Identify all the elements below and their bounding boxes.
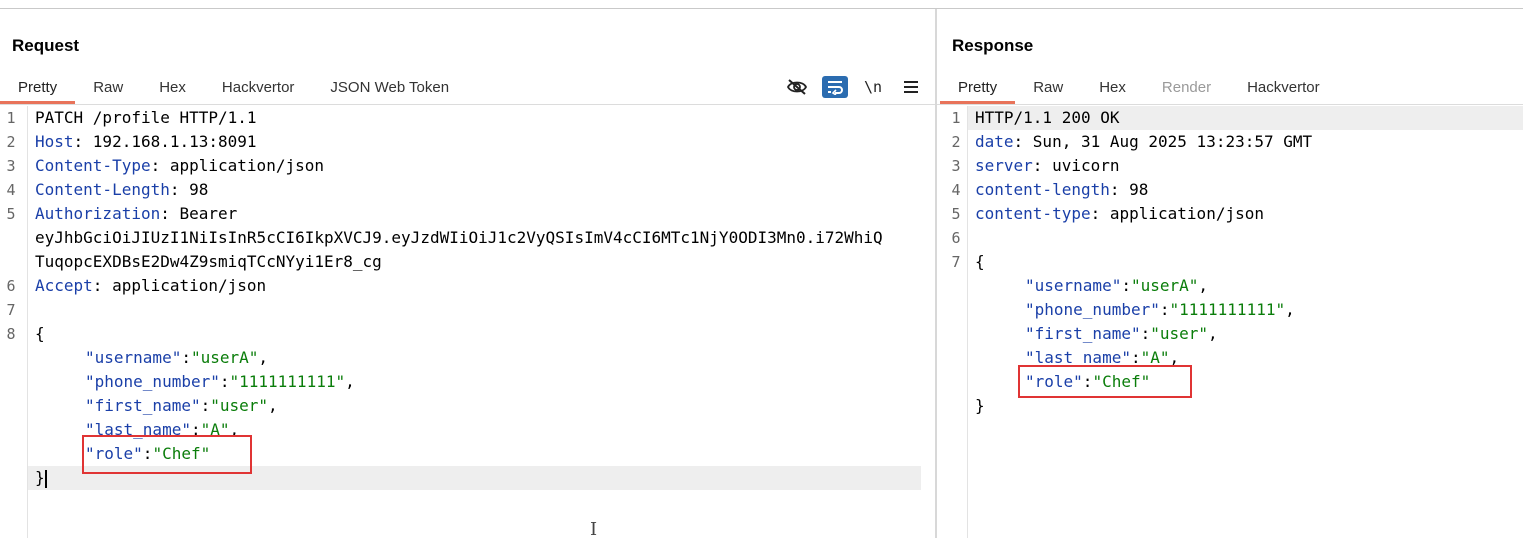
json-comma: ,	[268, 396, 278, 415]
json-comma: ,	[1285, 300, 1295, 319]
highlight-box-role	[1018, 365, 1192, 398]
json-value: "user"	[1150, 324, 1209, 343]
response-title: Response	[952, 36, 1034, 55]
json-colon: :	[1121, 276, 1131, 295]
response-editor[interactable]: 1 HTTP/1.1 200 OK 2 date: Sun, 31 Aug 2025…	[937, 106, 1523, 538]
json-close-brace: }	[975, 396, 985, 415]
line-number: 7	[951, 253, 961, 271]
response-tabs: Pretty Raw Hex Render Hackvertor	[940, 69, 1338, 104]
header-name: Content-Type	[35, 156, 151, 175]
tab-response-raw[interactable]: Raw	[1015, 69, 1081, 103]
tab-request-jwt[interactable]: JSON Web Token	[312, 69, 467, 103]
json-value: "userA"	[1130, 276, 1199, 295]
json-comma: ,	[1208, 324, 1218, 343]
json-comma: ,	[345, 372, 355, 391]
request-title: Request	[12, 36, 80, 55]
line-number: 6	[6, 277, 16, 295]
status-line: HTTP/1.1 200 OK	[968, 106, 1523, 130]
highlight-box-role	[82, 435, 252, 474]
request-editor[interactable]: 1 PATCH /profile HTTP/1.1 2 Host: 192.168.…	[0, 106, 935, 538]
json-key: "username"	[85, 348, 182, 367]
wrap-lines-icon[interactable]	[822, 76, 848, 98]
line-number: 5	[951, 205, 961, 223]
line-number: 6	[951, 229, 961, 247]
header-value: : application/json	[92, 276, 267, 295]
json-comma: ,	[1198, 276, 1209, 295]
header-name: content-type	[975, 204, 1091, 223]
json-colon: :	[200, 396, 211, 415]
json-value: "userA"	[190, 348, 259, 367]
tab-response-hackvertor[interactable]: Hackvertor	[1229, 69, 1338, 103]
request-tabs-divider	[0, 104, 935, 105]
json-colon: :	[1140, 324, 1151, 343]
header-name: Authorization	[35, 204, 161, 223]
json-open-brace: {	[975, 252, 985, 271]
line-number: 1	[951, 109, 961, 127]
header-name: server	[975, 156, 1033, 175]
json-colon: :	[1159, 300, 1170, 319]
line-number: 2	[951, 133, 961, 151]
json-key: "first_name"	[1025, 324, 1141, 343]
newline-toggle-button[interactable]: \n	[860, 76, 886, 98]
header-value: : uvicorn	[1032, 156, 1120, 175]
json-close-brace: }	[35, 468, 45, 487]
json-open-brace: {	[35, 324, 45, 343]
header-value: : 98	[169, 180, 209, 199]
request-toolbar: \n	[772, 76, 924, 98]
tab-request-hex[interactable]: Hex	[141, 69, 204, 103]
line-number: 8	[6, 325, 16, 343]
line-number: 7	[6, 301, 16, 319]
header-value: : application/json	[150, 156, 324, 175]
json-key: "username"	[1025, 276, 1122, 295]
json-comma: ,	[258, 348, 269, 367]
line-number: 3	[951, 157, 961, 175]
header-name: content-length	[975, 180, 1110, 199]
header-value: : 192.168.1.13:8091	[73, 132, 257, 151]
request-line: PATCH /profile HTTP/1.1	[35, 108, 257, 127]
line-number: 1	[6, 109, 16, 127]
line-number: 4	[6, 181, 16, 199]
json-key: "first_name"	[85, 396, 201, 415]
json-value: "user"	[210, 396, 269, 415]
header-name: date	[975, 132, 1014, 151]
request-pane: Request Pretty Raw Hex Hackvertor JSON W…	[0, 9, 935, 538]
json-colon: :	[181, 348, 191, 367]
ibeam-cursor-icon: I	[590, 519, 598, 538]
header-name: Content-Length	[35, 180, 170, 199]
tab-request-hackvertor[interactable]: Hackvertor	[204, 69, 313, 103]
tab-request-pretty[interactable]: Pretty	[0, 69, 76, 104]
line-number: 2	[6, 133, 16, 151]
response-pane: Response Pretty Raw Hex Render Hackverto…	[937, 9, 1523, 538]
header-value: : Sun, 31 Aug 2025 13:23:57 GMT	[1013, 132, 1313, 151]
json-value: "1111111111"	[229, 372, 346, 391]
tab-response-render[interactable]: Render	[1144, 69, 1229, 103]
jwt-token-part2: TuqopcEXDBsE2Dw4Z9smiqTCcNYyi1Er8_cg	[35, 252, 382, 271]
text-cursor	[44, 469, 47, 488]
json-colon: :	[219, 372, 230, 391]
jwt-token-part1: eyJhbGciOiJIUzI1NiIsInR5cCI6IkpXVCJ9.eyJ…	[35, 228, 883, 247]
tab-response-pretty[interactable]: Pretty	[940, 69, 1016, 104]
line-number: 4	[951, 181, 961, 199]
header-name: Host	[35, 132, 74, 151]
header-value: : 98	[1109, 180, 1149, 199]
json-key: "phone_number"	[85, 372, 220, 391]
line-number: 5	[6, 205, 16, 223]
header-value: : application/json	[1090, 204, 1264, 223]
tab-request-raw[interactable]: Raw	[75, 69, 141, 103]
tab-response-hex[interactable]: Hex	[1081, 69, 1144, 103]
header-name: Accept	[35, 276, 93, 295]
request-tabs: Pretty Raw Hex Hackvertor JSON Web Token	[0, 69, 467, 104]
header-value: : Bearer	[160, 204, 238, 223]
json-key: "phone_number"	[1025, 300, 1160, 319]
eye-off-icon[interactable]	[784, 76, 810, 98]
hamburger-menu-icon[interactable]	[898, 76, 924, 98]
json-value: "1111111111"	[1169, 300, 1286, 319]
response-tabs-divider	[937, 104, 1523, 105]
line-number: 3	[6, 157, 16, 175]
